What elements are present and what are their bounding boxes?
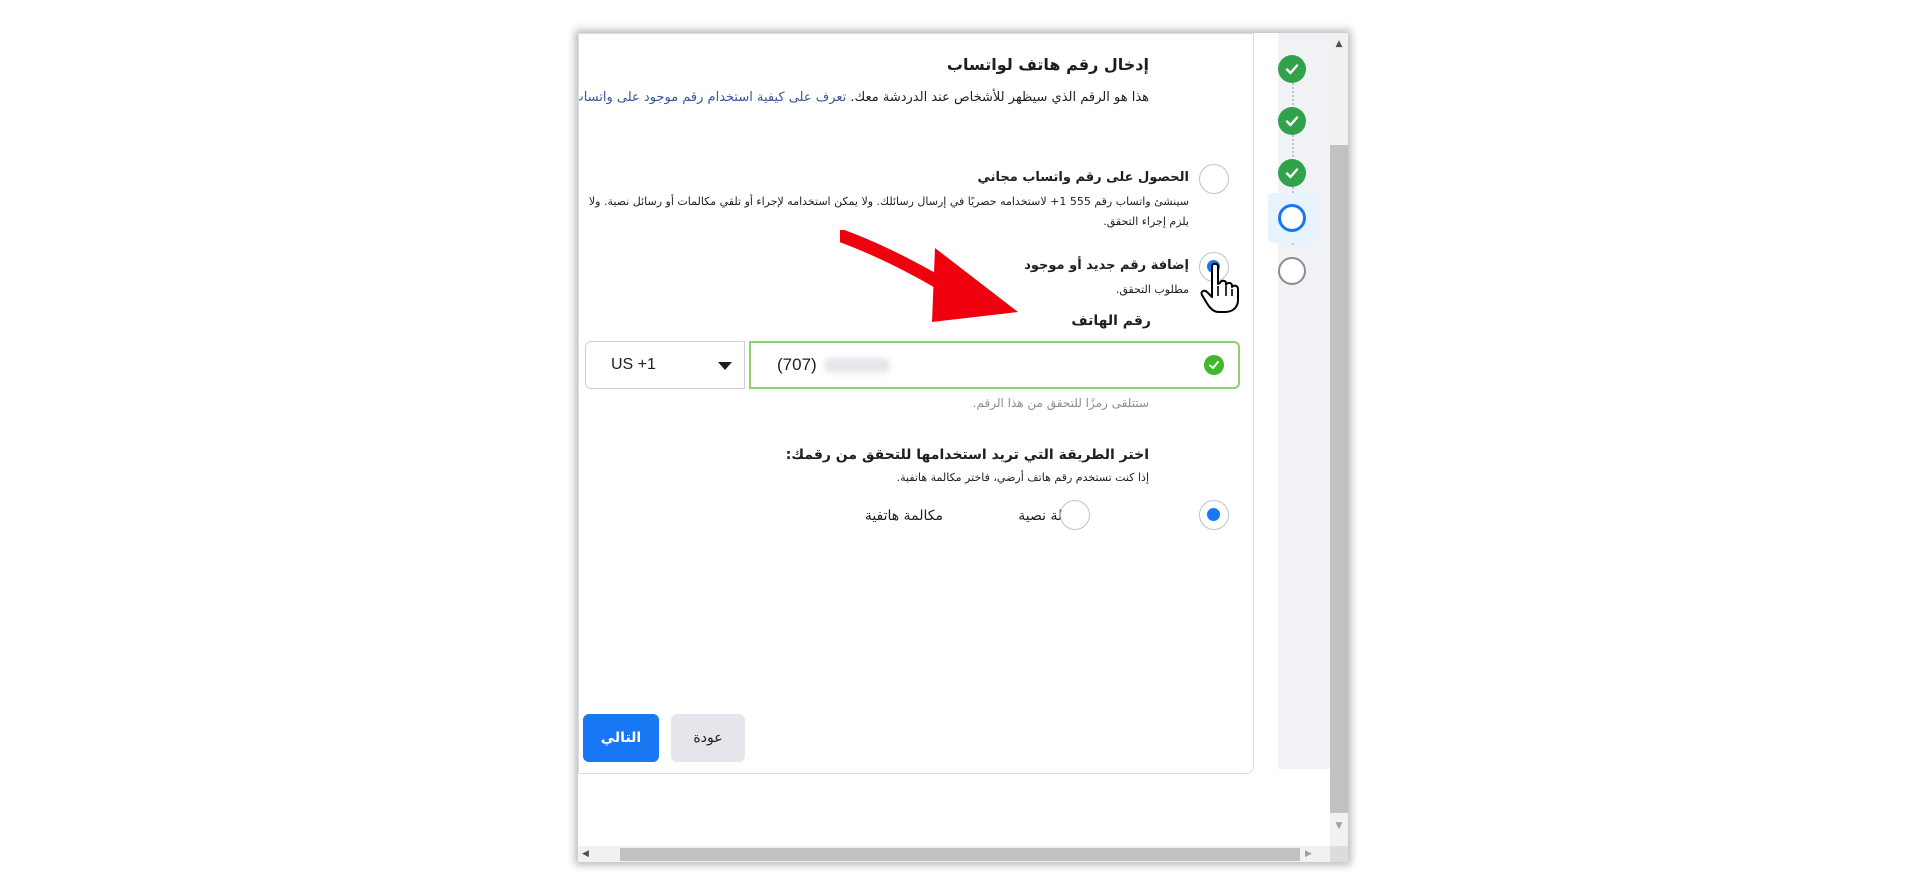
- scroll-left-icon[interactable]: ◀: [582, 846, 596, 862]
- country-code-value: US +1: [611, 356, 656, 373]
- check-icon: [1285, 64, 1299, 75]
- dialog-title: إدخال رقم هاتف لواتساب: [946, 55, 1149, 74]
- learn-more-link[interactable]: تعرف على كيفية استخدام رقم موجود على وات…: [579, 90, 846, 105]
- phone-call-radio[interactable]: [1060, 500, 1090, 530]
- free-number-description: سينشئ واتساب رقم 555 1+ لاستخدامه حصريًا…: [588, 195, 1189, 228]
- check-icon: [1285, 168, 1299, 179]
- scroll-down-icon[interactable]: ▼: [1330, 819, 1348, 833]
- step-5-pending-icon: [1278, 257, 1306, 285]
- sms-radio[interactable]: [1199, 500, 1229, 530]
- dialog-window: إدخال رقم هاتف لواتساب هذا هو الرقم الذي…: [578, 33, 1348, 862]
- scrollbar-corner: [1330, 846, 1348, 862]
- verification-method-title: اختر الطريقة التي تريد استخدامها للتحقق …: [785, 447, 1149, 463]
- vertical-scroll-thumb[interactable]: [1330, 145, 1348, 813]
- step-1-complete-icon: [1278, 55, 1306, 83]
- form-card: إدخال رقم هاتف لواتساب هذا هو الرقم الذي…: [578, 33, 1254, 774]
- description-text: هذا هو الرقم الذي سيظهر للأشخاص عند الدر…: [846, 90, 1149, 105]
- back-button[interactable]: عودة: [671, 714, 745, 762]
- step-2-complete-icon: [1278, 107, 1306, 135]
- caret-down-icon: [718, 362, 732, 370]
- horizontal-scroll-thumb[interactable]: [620, 848, 1300, 861]
- step-3-complete-icon: [1278, 159, 1306, 187]
- verification-method-hint: إذا كنت تستخدم رقم هاتف أرضي، فاختر مكال…: [896, 471, 1149, 484]
- phone-hint: ستتلقى رمزًا للتحقق من هذا الرقم.: [972, 396, 1149, 410]
- phone-number-value: (707): [777, 355, 817, 374]
- free-number-title: الحصول على رقم واتساب مجاني: [977, 170, 1189, 185]
- check-icon: [1285, 116, 1299, 127]
- phone-call-label: مكالمة هاتفية: [864, 508, 943, 524]
- progress-stepper: [1268, 47, 1318, 285]
- next-button[interactable]: التالي: [583, 714, 659, 762]
- valid-check-icon: [1204, 355, 1224, 375]
- free-number-radio[interactable]: [1199, 164, 1229, 194]
- redacted-digits: [824, 358, 890, 373]
- scroll-up-icon[interactable]: ▲: [1330, 37, 1348, 51]
- existing-number-description: مطلوب التحقق.: [1115, 283, 1189, 296]
- step-4-current-icon: [1278, 204, 1306, 232]
- phone-number-label: رقم الهاتف: [1071, 313, 1151, 329]
- scroll-right-icon[interactable]: ▶: [1305, 846, 1319, 862]
- hand-pointer-cursor: [1200, 262, 1239, 313]
- country-code-select[interactable]: US +1: [585, 341, 745, 389]
- phone-number-input[interactable]: (707): [749, 341, 1240, 389]
- existing-number-title: إضافة رقم جديد أو موجود: [1024, 258, 1189, 273]
- dialog-description: هذا هو الرقم الذي سيظهر للأشخاص عند الدر…: [579, 84, 1149, 111]
- red-arrow-annotation: [840, 230, 1018, 322]
